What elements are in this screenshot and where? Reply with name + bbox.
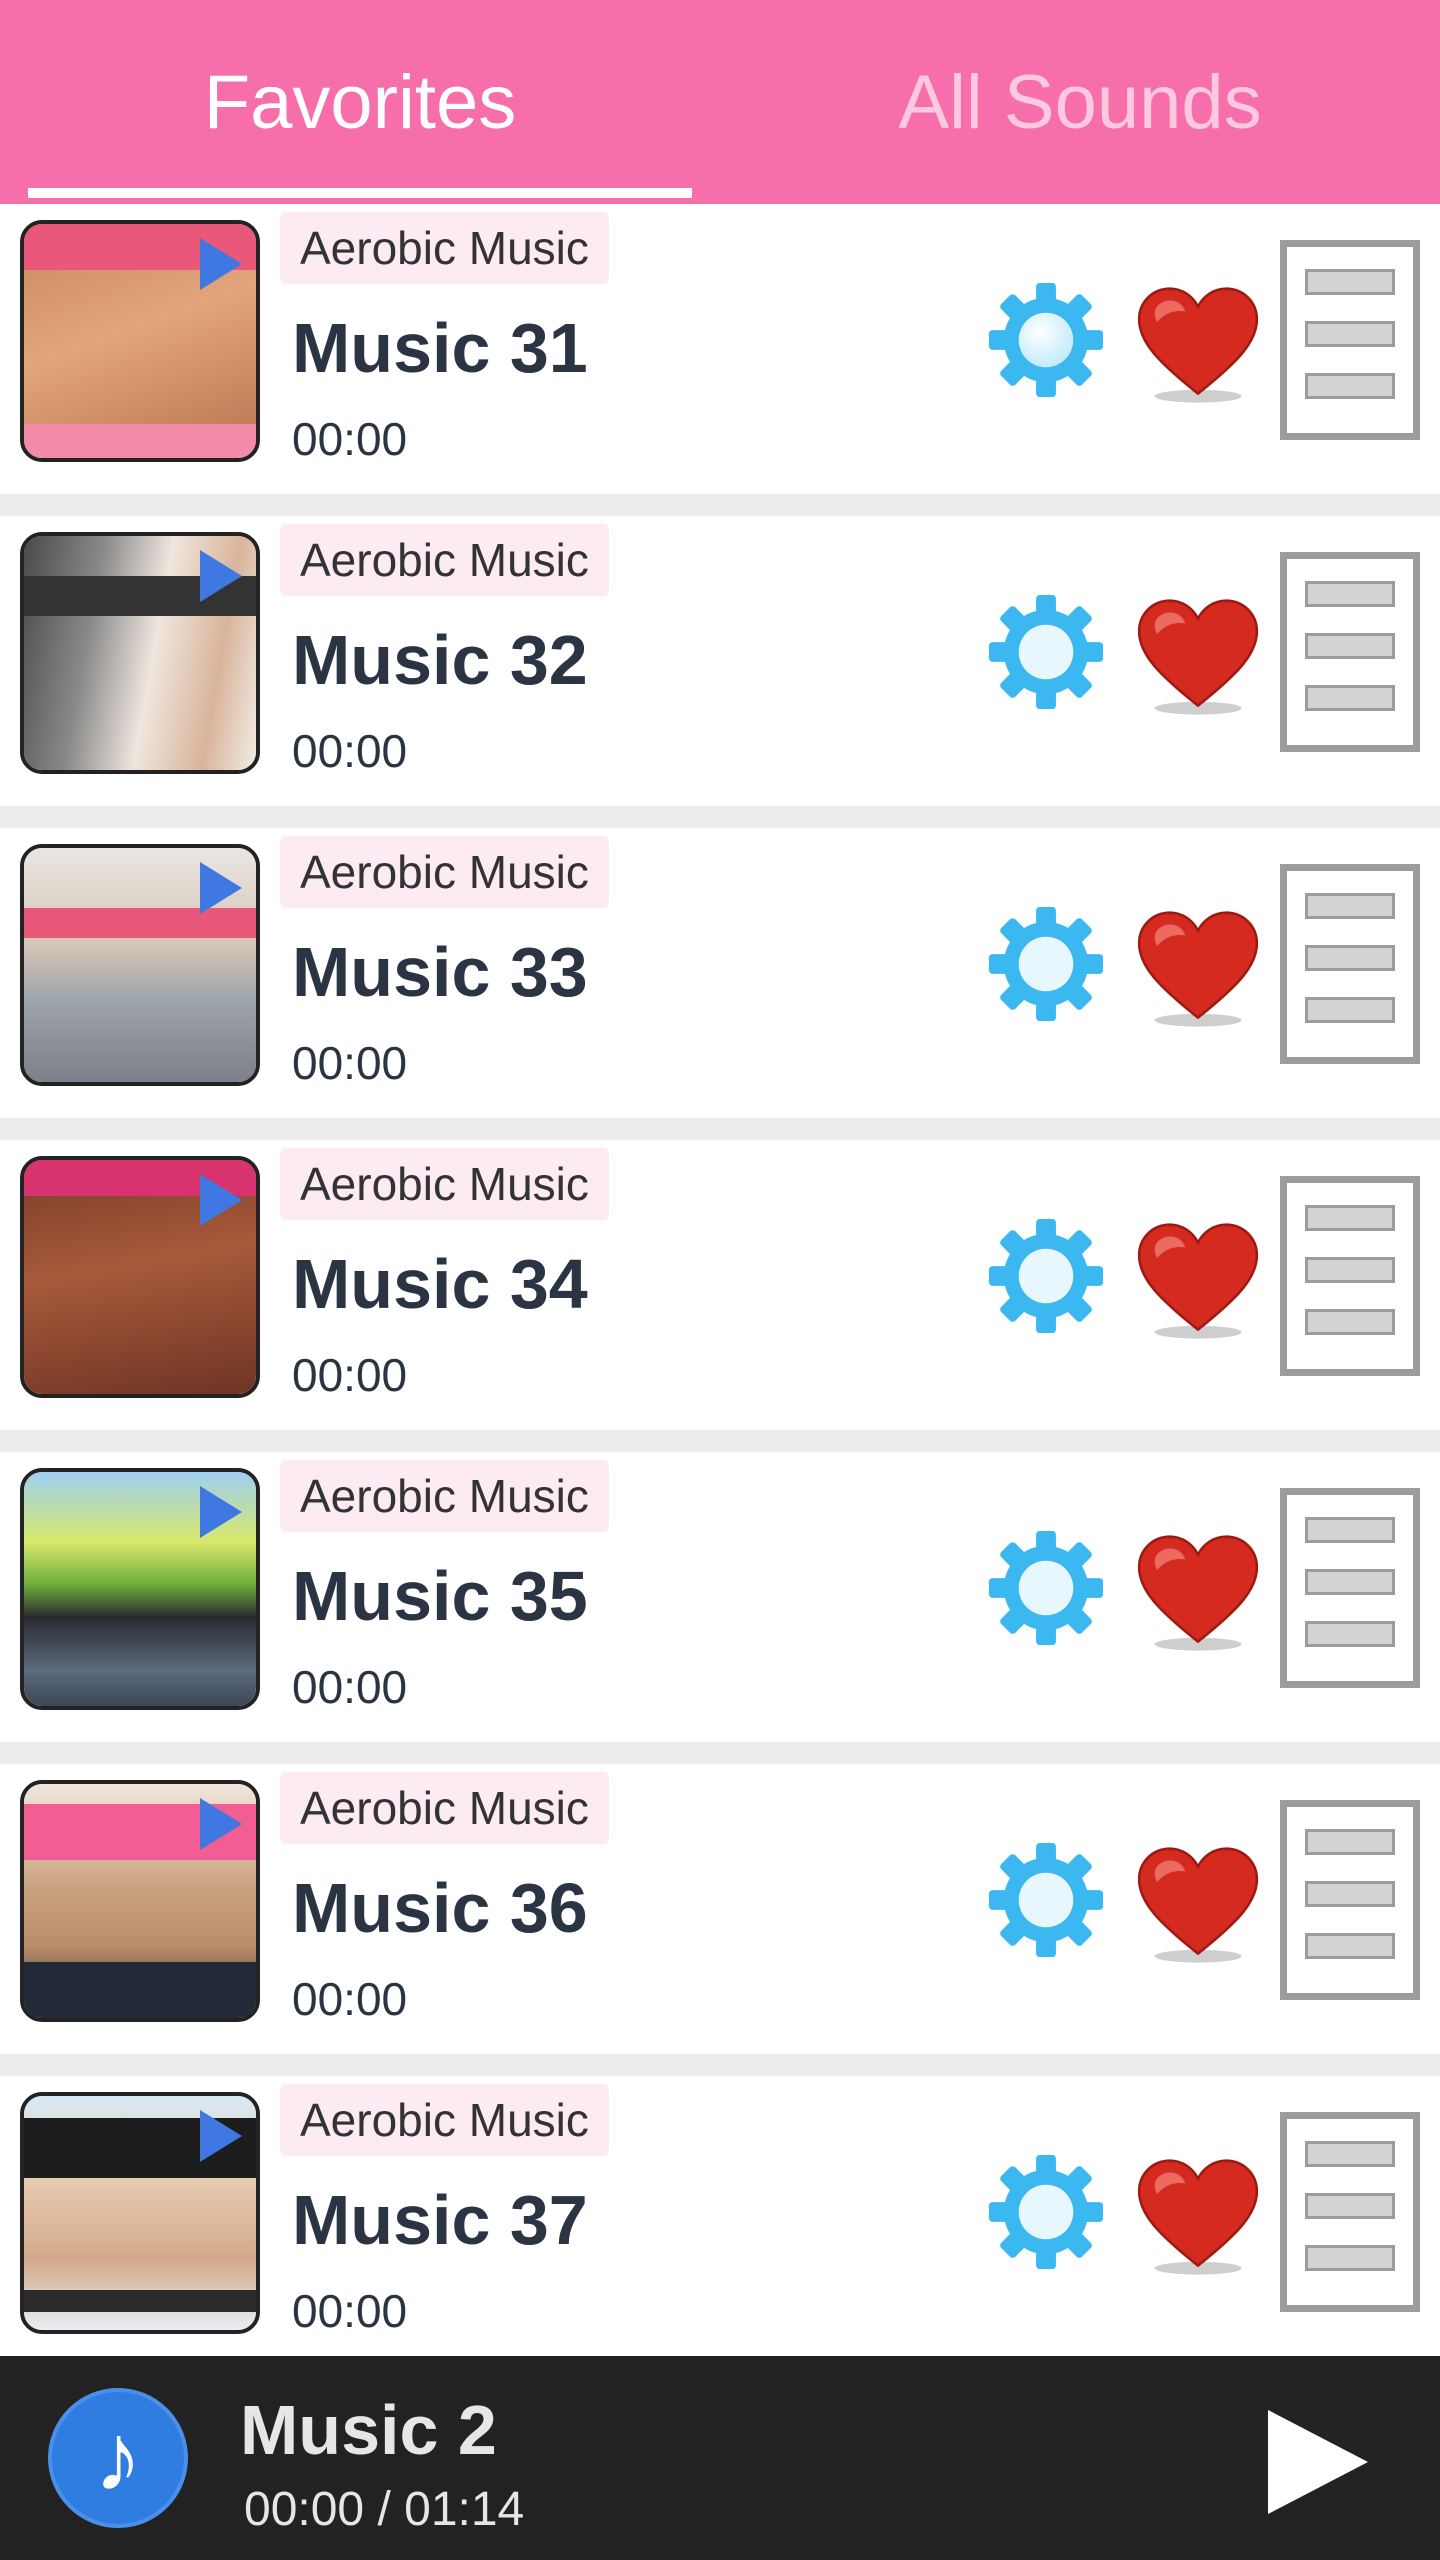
tab-all-sounds[interactable]: All Sounds — [720, 0, 1440, 204]
sound-duration: 00:00 — [292, 1973, 408, 2025]
list-item[interactable]: Aerobic Music Music 33 00:00 — [0, 828, 1440, 1118]
play-overlay-icon — [200, 1486, 242, 1538]
thumbnail-image[interactable] — [20, 220, 260, 462]
play-overlay-icon — [200, 1798, 242, 1850]
list-item[interactable]: Aerobic Music Music 34 00:00 — [0, 1140, 1440, 1430]
category-label: Aerobic Music — [280, 836, 609, 908]
heart-icon[interactable] — [1134, 598, 1262, 716]
sound-duration: 00:00 — [292, 1661, 408, 1713]
play-overlay-icon — [200, 238, 242, 290]
sound-duration: 00:00 — [292, 2285, 408, 2337]
list-item[interactable]: Aerobic Music Music 36 00:00 — [0, 1764, 1440, 2054]
sound-title: Music 32 — [292, 621, 588, 699]
gear-icon[interactable] — [984, 902, 1108, 1026]
list-item[interactable]: Aerobic Music Music 32 00:00 — [0, 516, 1440, 806]
list-menu-icon[interactable] — [1280, 552, 1420, 752]
gear-icon[interactable] — [984, 1214, 1108, 1338]
sound-duration: 00:00 — [292, 413, 408, 465]
active-tab-indicator — [28, 188, 692, 198]
thumbnail-image[interactable] — [20, 1468, 260, 1710]
now-playing-title: Music 2 — [240, 2391, 497, 2469]
thumbnail-image[interactable] — [20, 2092, 260, 2334]
gear-icon[interactable] — [984, 590, 1108, 714]
heart-icon[interactable] — [1134, 910, 1262, 1028]
sound-title: Music 35 — [292, 1557, 588, 1635]
list-item[interactable]: Aerobic Music Music 35 00:00 — [0, 1452, 1440, 1742]
mini-player[interactable]: ♪ Music 2 00:00 / 01:14 — [0, 2356, 1440, 2560]
gear-icon[interactable] — [984, 2150, 1108, 2274]
sound-title: Music 36 — [292, 1869, 588, 1947]
category-label: Aerobic Music — [280, 1460, 609, 1532]
sound-title: Music 31 — [292, 309, 588, 387]
heart-icon[interactable] — [1134, 1846, 1262, 1964]
thumbnail-image[interactable] — [20, 844, 260, 1086]
music-note-icon[interactable]: ♪ — [48, 2388, 188, 2528]
thumbnail-image[interactable] — [20, 1156, 260, 1398]
list-menu-icon[interactable] — [1280, 1488, 1420, 1688]
list-menu-icon[interactable] — [1280, 2112, 1420, 2312]
heart-icon[interactable] — [1134, 1222, 1262, 1340]
sound-duration: 00:00 — [292, 725, 408, 777]
category-label: Aerobic Music — [280, 524, 609, 596]
heart-icon[interactable] — [1134, 1534, 1262, 1652]
play-overlay-icon — [200, 2110, 242, 2162]
tab-favorites[interactable]: Favorites — [0, 0, 720, 204]
thumbnail-image[interactable] — [20, 1780, 260, 2022]
list-item[interactable]: Aerobic Music Music 31 00:00 — [0, 204, 1440, 494]
play-overlay-icon — [200, 862, 242, 914]
category-label: Aerobic Music — [280, 212, 609, 284]
category-label: Aerobic Music — [280, 1772, 609, 1844]
list-menu-icon[interactable] — [1280, 864, 1420, 1064]
tab-bar: Favorites All Sounds — [0, 0, 1440, 204]
gear-icon[interactable] — [984, 1526, 1108, 1650]
list-menu-icon[interactable] — [1280, 1176, 1420, 1376]
list-menu-icon[interactable] — [1280, 1800, 1420, 2000]
play-overlay-icon — [200, 550, 242, 602]
sound-duration: 00:00 — [292, 1037, 408, 1089]
sound-duration: 00:00 — [292, 1349, 408, 1401]
play-icon[interactable] — [1268, 2410, 1376, 2514]
sound-title: Music 33 — [292, 933, 588, 1011]
gear-icon[interactable] — [984, 1838, 1108, 1962]
now-playing-time: 00:00 / 01:14 — [244, 2483, 525, 2536]
thumbnail-image[interactable] — [20, 532, 260, 774]
category-label: Aerobic Music — [280, 1148, 609, 1220]
category-label: Aerobic Music — [280, 2084, 609, 2156]
sound-list[interactable]: Aerobic Music Music 31 00:00 Aerobic Mus… — [0, 204, 1440, 2356]
heart-icon[interactable] — [1134, 286, 1262, 404]
sound-title: Music 34 — [292, 1245, 588, 1323]
sound-title: Music 37 — [292, 2181, 588, 2259]
heart-icon[interactable] — [1134, 2158, 1262, 2276]
list-menu-icon[interactable] — [1280, 240, 1420, 440]
gear-icon[interactable] — [984, 278, 1108, 402]
play-overlay-icon — [200, 1174, 242, 1226]
list-item[interactable]: Aerobic Music Music 37 00:00 — [0, 2076, 1440, 2356]
